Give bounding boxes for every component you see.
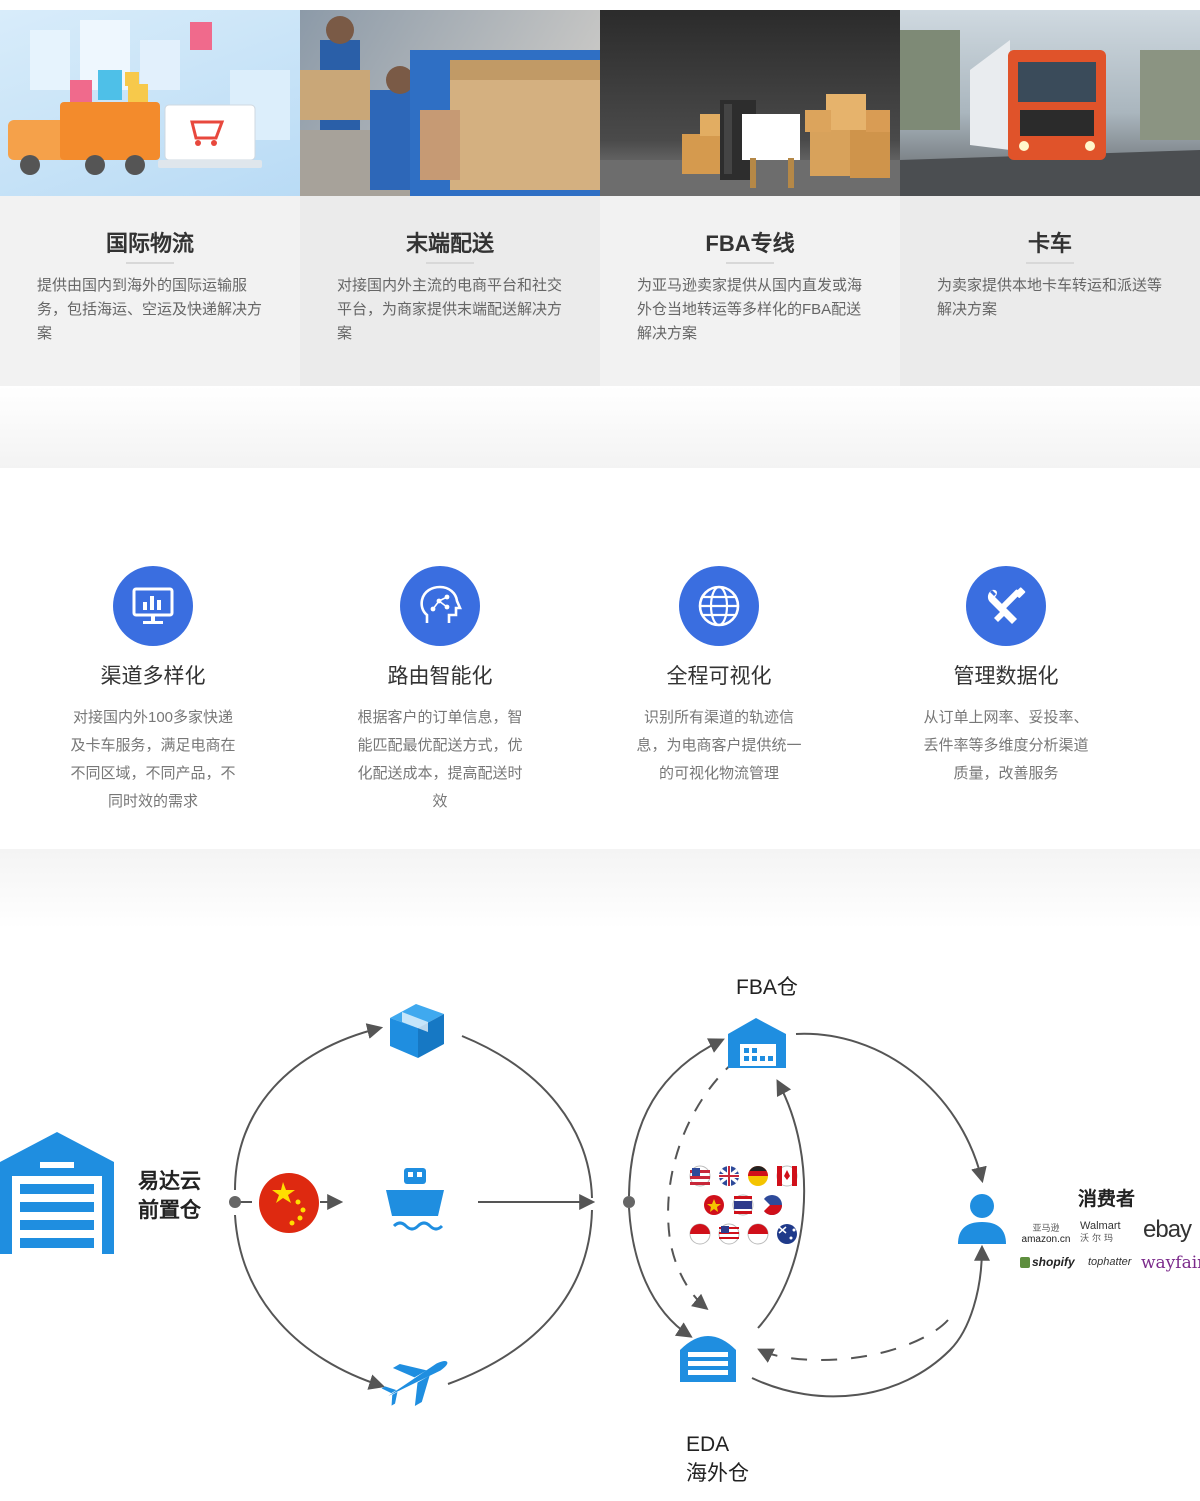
origin-warehouse-icon (0, 1132, 114, 1254)
service-desc: 提供由国内到海外的国际运输服务，包括海运、空运及快递解决方案 (37, 277, 263, 342)
flag-my-icon (718, 1223, 740, 1245)
title-underline (726, 262, 774, 264)
eda-label-line1: EDA (686, 1433, 730, 1456)
flag-de-icon (748, 1166, 768, 1186)
truck-photo (900, 10, 1200, 196)
flag-id-icon (747, 1223, 769, 1245)
section-divider (0, 849, 1200, 929)
flag-uk-icon (719, 1166, 739, 1186)
ebay-logo: ebay (1143, 1216, 1192, 1243)
wayfair-logo: wayfair (1141, 1253, 1200, 1273)
wrench-screwdriver-icon (966, 566, 1046, 646)
feature-desc: 从订单上网率、妥投率、丢件率等多维度分析渠道质量，改善服务 (923, 709, 1089, 782)
flag-ph-icon (762, 1195, 782, 1215)
service-card-intl-logistics[interactable]: 国际物流 提供由国内到海外的国际运输服务，包括海运、空运及快递解决方案 (0, 10, 300, 386)
china-flag-icon (259, 1173, 319, 1233)
feature-smart-routing: 路由智能化 根据客户的订单信息，智能匹配最优配送方式，优化配送成本，提高配送时效 (340, 566, 540, 816)
intl-logistics-photo (0, 10, 300, 196)
service-title: FBA专线 (705, 231, 795, 256)
shopify-logo: shopify (1020, 1255, 1075, 1269)
amazon-text: amazon.cn (1021, 1234, 1071, 1245)
origin-label-line1: 易达云 (138, 1170, 201, 1193)
service-card-truck[interactable]: 卡车 为卖家提供本地卡车转运和派送等解决方案 (900, 10, 1200, 386)
feature-visibility: 全程可视化 识别所有渠道的轨迹信息，为电商客户提供统一的可视化物流管理 (619, 566, 819, 788)
tophatter-logo: tophatter (1088, 1256, 1132, 1268)
consumer-label: 消费者 (1078, 1189, 1136, 1210)
eda-warehouse-label: EDA 海外仓 (686, 1430, 749, 1488)
feature-title: 渠道多样化 (100, 665, 206, 688)
fba-warehouse-label: FBA仓 (736, 976, 798, 999)
chart-monitor-icon (113, 566, 193, 646)
page: 国际物流 提供由国内到海外的国际运输服务，包括海运、空运及快递解决方案 末端配送… (0, 0, 1200, 1501)
service-desc: 为卖家提供本地卡车转运和派送等解决方案 (937, 277, 1163, 318)
fba-photo (600, 10, 900, 196)
service-card-last-mile[interactable]: 末端配送 对接国内外主流的电商平台和社交平台，为商家提供末端配送解决方案 (300, 10, 600, 386)
plane-icon (381, 1360, 448, 1407)
feature-title: 路由智能化 (387, 665, 493, 688)
walmart-logo: Walmart 沃尔玛 (1080, 1220, 1121, 1244)
amazon-logo: 亚马逊 amazon.cn (1020, 1222, 1072, 1246)
service-desc: 对接国内外主流的电商平台和社交平台，为商家提供末端配送解决方案 (337, 277, 563, 342)
flag-us-icon (689, 1165, 711, 1187)
feature-title: 管理数据化 (953, 665, 1059, 688)
logistics-flow-diagram: 易达云 前置仓 FBA仓 EDA 海外仓 消费者 亚马逊 amazon.cn W… (0, 940, 1200, 1501)
flag-au-icon (777, 1224, 797, 1244)
globe-icon (679, 566, 759, 646)
package-icon (390, 1004, 444, 1058)
consumer-person-icon (958, 1194, 1006, 1244)
feature-channel-diversity: 渠道多样化 对接国内外100多家快递及卡车服务，满足电商在不同区域，不同产品，不… (53, 566, 253, 816)
feature-title: 全程可视化 (666, 665, 772, 688)
ai-head-icon (400, 566, 480, 646)
service-title: 卡车 (1027, 231, 1072, 256)
shopify-bag-icon (1020, 1257, 1030, 1269)
flag-ca-icon (776, 1165, 798, 1187)
walmart-text: Walmart (1080, 1220, 1121, 1232)
walmart-cn-text: 沃尔玛 (1080, 1233, 1117, 1243)
title-underline (426, 262, 474, 264)
service-cards: 国际物流 提供由国内到海外的国际运输服务，包括海运、空运及快递解决方案 末端配送… (0, 10, 1200, 386)
shopify-text: shopify (1032, 1255, 1075, 1269)
feature-desc: 根据客户的订单信息，智能匹配最优配送方式，优化配送成本，提高配送时效 (357, 709, 523, 810)
fba-warehouse-icon (728, 1018, 786, 1068)
last-mile-photo (300, 10, 600, 196)
feature-desc: 识别所有渠道的轨迹信息，为电商客户提供统一的可视化物流管理 (636, 709, 802, 782)
origin-node-dot (229, 1196, 241, 1208)
ship-icon (386, 1168, 444, 1231)
flag-th-icon (732, 1194, 754, 1216)
hub-node-dot (623, 1196, 635, 1208)
origin-warehouse-label: 易达云 前置仓 (138, 1167, 201, 1225)
amazon-cn-text: 亚马逊 (1032, 1223, 1060, 1233)
title-underline (1026, 262, 1074, 264)
feature-data-management: 管理数据化 从订单上网率、妥投率、丢件率等多维度分析渠道质量，改善服务 (906, 566, 1106, 788)
service-card-fba[interactable]: FBA专线 为亚马逊卖家提供从国内直发或海外仓当地转运等多样化的FBA配送解决方… (600, 10, 900, 386)
service-desc: 为亚马逊卖家提供从国内直发或海外仓当地转运等多样化的FBA配送解决方案 (637, 277, 863, 342)
origin-label-line2: 前置仓 (138, 1199, 201, 1222)
flag-vn-icon (704, 1195, 724, 1215)
service-title: 末端配送 (405, 231, 494, 256)
eda-warehouse-icon (680, 1336, 736, 1382)
eda-label-line2: 海外仓 (686, 1462, 749, 1485)
section-divider (0, 386, 1200, 468)
feature-desc: 对接国内外100多家快递及卡车服务，满足电商在不同区域，不同产品，不同时效的需求 (70, 709, 236, 810)
title-underline (126, 262, 174, 264)
service-title: 国际物流 (105, 231, 194, 256)
flag-sg-icon (689, 1223, 711, 1245)
